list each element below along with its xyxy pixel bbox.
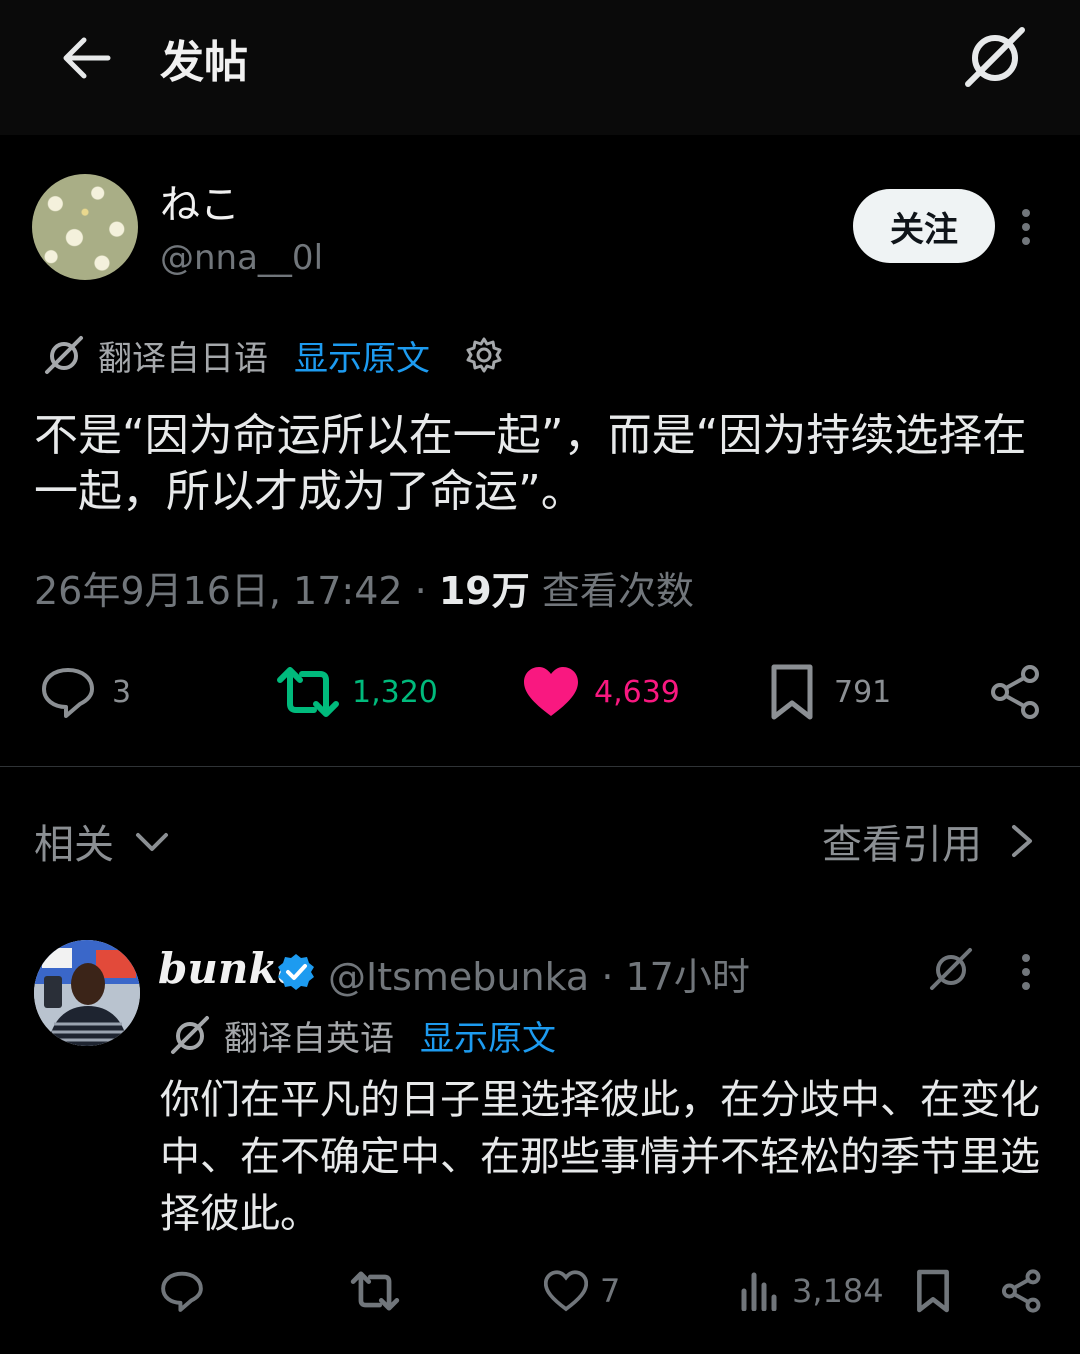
- share-button[interactable]: [988, 664, 1044, 720]
- gear-icon[interactable]: [464, 335, 504, 375]
- related-dropdown[interactable]: 相关: [34, 812, 172, 870]
- reply-avatar[interactable]: [34, 940, 140, 1046]
- translated-from-label: 翻译自日语: [98, 338, 268, 379]
- grok-icon: [45, 336, 83, 374]
- reply-count: 3: [112, 674, 132, 710]
- chevron-right-icon: [1012, 825, 1032, 857]
- reply-button[interactable]: 3: [40, 664, 131, 720]
- repost-button[interactable]: 1,320: [276, 664, 438, 720]
- divider: [0, 766, 1080, 767]
- reply-time[interactable]: 17小时: [626, 955, 750, 999]
- reply-meta: @Itsmebunka · 17小时: [328, 946, 750, 1001]
- reply-share-button[interactable]: [1000, 1266, 1044, 1316]
- reply-show-original-link[interactable]: 显示原文: [420, 1011, 556, 1060]
- repost-icon: [350, 1271, 400, 1311]
- author-handle[interactable]: @nna__0l: [160, 238, 323, 278]
- grok-icon: [171, 1016, 209, 1054]
- bookmark-icon: [917, 1269, 949, 1313]
- author-display-name[interactable]: ねこ: [160, 172, 240, 230]
- avatar[interactable]: [32, 174, 138, 280]
- follow-button[interactable]: 关注: [853, 189, 995, 263]
- like-button[interactable]: 4,639: [522, 664, 680, 720]
- reply-like-button[interactable]: 7: [544, 1266, 620, 1316]
- reply-icon: [161, 1271, 203, 1312]
- heart-icon: [544, 1270, 588, 1312]
- share-icon: [1001, 1269, 1041, 1313]
- reply-views-button[interactable]: 3,184: [738, 1266, 884, 1316]
- bookmark-button[interactable]: 791: [768, 664, 891, 720]
- share-icon: [991, 665, 1039, 719]
- reply-icon: [42, 668, 94, 718]
- reply-translation-notice: 翻译自英语 显示原文: [170, 1010, 556, 1060]
- back-arrow-icon[interactable]: [58, 30, 114, 86]
- grok-icon[interactable]: [962, 24, 1028, 90]
- reply-reply-button[interactable]: [160, 1266, 204, 1316]
- views-label: 查看次数: [541, 569, 694, 613]
- heart-icon: [524, 667, 578, 716]
- show-original-link[interactable]: 显示原文: [294, 331, 430, 380]
- reply-bookmark-button[interactable]: [914, 1266, 952, 1316]
- reply-repost-button[interactable]: [350, 1266, 400, 1316]
- chevron-down-icon: [136, 833, 168, 851]
- view-quotes-link[interactable]: 查看引用: [822, 812, 1040, 870]
- repost-icon: [277, 667, 339, 717]
- verified-badge-icon: [278, 954, 314, 990]
- bookmark-icon: [771, 664, 813, 720]
- grok-icon[interactable]: [928, 946, 974, 992]
- related-label: 相关: [34, 822, 114, 868]
- bookmark-count: 791: [834, 674, 892, 710]
- like-count: 4,639: [594, 674, 680, 710]
- more-options-icon[interactable]: [1014, 205, 1038, 249]
- views-count: 19万: [438, 569, 530, 613]
- separator: ·: [601, 955, 614, 999]
- post-meta: 26年9月16日, 17:42 · 19万 查看次数: [34, 560, 694, 615]
- reply-translated-from-label: 翻译自英语: [224, 1018, 394, 1059]
- reply-like-count: 7: [600, 1272, 621, 1310]
- views-chart-icon: [741, 1272, 777, 1311]
- timestamp[interactable]: 26年9月16日, 17:42: [34, 569, 403, 613]
- separator: ·: [414, 569, 427, 613]
- reply-more-options-icon[interactable]: [1014, 950, 1038, 994]
- top-bar: 发帖: [0, 0, 1080, 135]
- post-text: 不是“因为命运所以在一起”，而是“因为持续选择在一起，所以才成为了命运”。: [34, 410, 1027, 517]
- translation-notice: 翻译自日语 显示原文: [44, 330, 504, 380]
- reply-text: 你们在平凡的日子里选择彼此，在分歧中、在变化中、在不确定中、在那些事情并不轻松的…: [160, 1077, 1040, 1237]
- reply-views-count: 3,184: [792, 1272, 884, 1310]
- repost-count: 1,320: [352, 674, 438, 710]
- reply-handle[interactable]: @Itsmebunka: [328, 955, 589, 999]
- view-quotes-label: 查看引用: [822, 822, 982, 868]
- page-title: 发帖: [160, 37, 248, 88]
